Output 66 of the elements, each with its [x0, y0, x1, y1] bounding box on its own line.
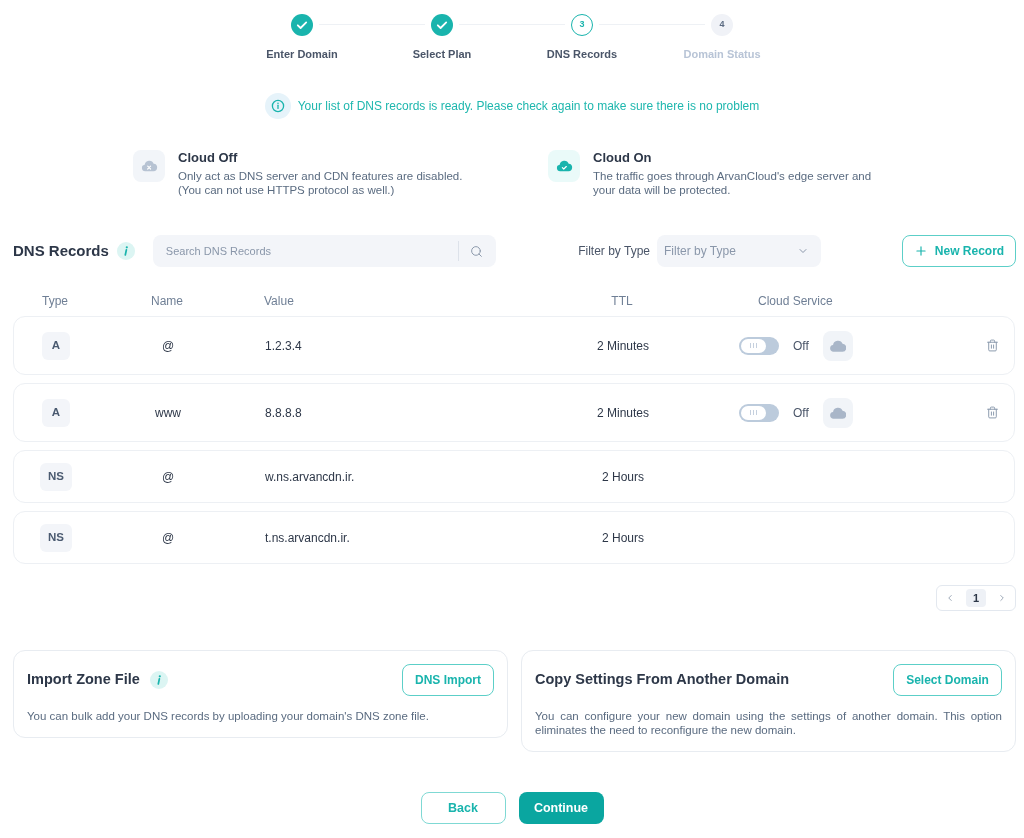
cloud-status-text: Off — [793, 337, 809, 355]
column-header: Type — [42, 293, 68, 310]
trash-icon[interactable] — [986, 339, 999, 352]
card-title: Copy Settings From Another Domain — [535, 670, 790, 690]
toggle-switch[interactable] — [739, 336, 779, 355]
record-value: 1.2.3.4 — [265, 337, 302, 355]
step-label: DNS Records — [546, 47, 618, 61]
info-icon[interactable] — [149, 671, 168, 689]
new-record-button[interactable]: New Record — [902, 235, 1016, 267]
record-ttl: 2 Minutes — [597, 337, 649, 355]
record-value: t.ns.arvancdn.ir. — [265, 529, 350, 547]
cloud-button[interactable] — [822, 397, 853, 428]
section-title: DNS Records — [13, 240, 109, 261]
cloud-button[interactable] — [822, 330, 853, 361]
plus-icon — [913, 244, 928, 258]
column-header: Cloud Service — [758, 293, 833, 310]
trash-icon[interactable] — [986, 406, 999, 419]
page-button[interactable]: 1 — [966, 589, 986, 607]
step-number: 4 — [711, 14, 733, 36]
search-field[interactable]: Search DNS Records — [152, 235, 458, 267]
record-value: 8.8.8.8 — [265, 404, 302, 422]
cloud-icon — [829, 406, 846, 419]
step-number: 3 — [571, 14, 593, 36]
record-name: @ — [161, 337, 175, 355]
column-header: Name — [151, 293, 183, 310]
type-badge: A — [42, 398, 70, 427]
mode-description: Only act as DNS server and CDN features are disabled. (You can not use HTTPS protocol as well.) — [178, 169, 463, 197]
select-domain-button[interactable]: Select Domain — [893, 664, 1002, 696]
record-ttl: 2 Hours — [602, 468, 644, 486]
search-button[interactable] — [457, 235, 496, 267]
cloud-status-text: Off — [793, 404, 809, 422]
column-header: Value — [264, 293, 294, 310]
mode-title: Cloud Off — [178, 150, 239, 166]
mode-title: Cloud On — [593, 150, 653, 166]
column-header: TTL — [611, 293, 633, 310]
chevron-right-icon[interactable] — [997, 593, 1007, 603]
record-name: www — [155, 404, 181, 422]
filter-label: Filter by Type — [578, 243, 650, 260]
continue-button[interactable]: Continue — [518, 792, 604, 824]
chevron-left-icon[interactable] — [945, 593, 955, 603]
record-name: @ — [161, 529, 175, 547]
record-name: @ — [161, 468, 175, 486]
card-description: You can configure your new domain using the settings of another domain. This option eliminates the need to reconfigure the new domain. — [535, 709, 1002, 737]
card-description: You can bulk add your DNS records by uploading your domain's DNS zone file. — [27, 709, 430, 723]
mode-description: The traffic goes through ArvanCloud's edge server and your data will be protected. — [593, 169, 872, 197]
cloud-x-icon — [133, 150, 165, 182]
cloud-check-icon — [548, 150, 580, 182]
record-value: w.ns.arvancdn.ir. — [265, 468, 355, 486]
step-label: Domain Status — [683, 47, 761, 61]
filter-select[interactable]: Filter by Type — [657, 235, 821, 267]
cloud-icon — [829, 339, 846, 352]
dns-import-button[interactable]: DNS Import — [402, 664, 494, 696]
card-title: Import Zone File — [27, 670, 140, 690]
step-label: Select Plan — [412, 47, 472, 61]
info-icon — [264, 93, 291, 119]
notice-text: Your list of DNS records is ready. Please check again to make sure there is no problem — [297, 98, 760, 114]
record-ttl: 2 Minutes — [597, 404, 649, 422]
record-ttl: 2 Hours — [602, 529, 644, 547]
toggle-switch[interactable] — [739, 403, 779, 422]
search-icon — [470, 244, 484, 258]
info-icon[interactable] — [116, 242, 135, 260]
type-badge: NS — [40, 523, 72, 552]
step-label: Enter Domain — [266, 47, 338, 61]
type-badge: NS — [40, 462, 72, 491]
type-badge: A — [42, 331, 70, 360]
back-button[interactable]: Back — [420, 792, 506, 824]
